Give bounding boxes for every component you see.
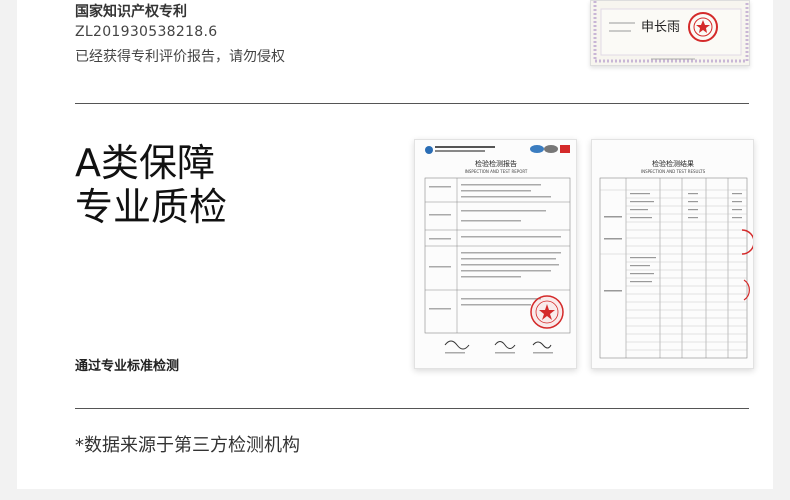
headline-line-1: A类保障 — [75, 141, 215, 185]
subline: 通过专业标准检测 — [75, 359, 180, 374]
report-subtitle: INSPECTION AND TEST REPORT — [465, 169, 528, 174]
inspection-report-image: 检验检测报告 INSPECTION AND TEST REPORT — [414, 139, 577, 369]
headline: A类保障 专业质检 — [75, 141, 227, 229]
patent-number: ZL201930538218.6 — [75, 24, 218, 40]
content-card: 国家知识产权专利 ZL201930538218.6 已经获得专利评价报告，请勿侵… — [17, 0, 773, 489]
headline-line-2: 专业质检 — [75, 185, 228, 229]
divider-top — [75, 103, 749, 104]
patent-title: 国家知识产权专利 — [75, 4, 187, 20]
results-subtitle: INSPECTION AND TEST RESULTS — [641, 169, 706, 174]
footnote: *数据来源于第三方检测机构 — [75, 435, 300, 456]
patent-certificate-image: 申长雨 — [590, 0, 750, 66]
inspection-results-image: 检验检测结果 INSPECTION AND TEST RESULTS — [591, 139, 754, 369]
report-title: 检验检测报告 — [475, 159, 517, 168]
patent-note: 已经获得专利评价报告，请勿侵权 — [75, 49, 285, 65]
results-title: 检验检测结果 — [652, 159, 694, 168]
signature: 申长雨 — [641, 20, 680, 35]
divider-bottom — [75, 408, 749, 409]
